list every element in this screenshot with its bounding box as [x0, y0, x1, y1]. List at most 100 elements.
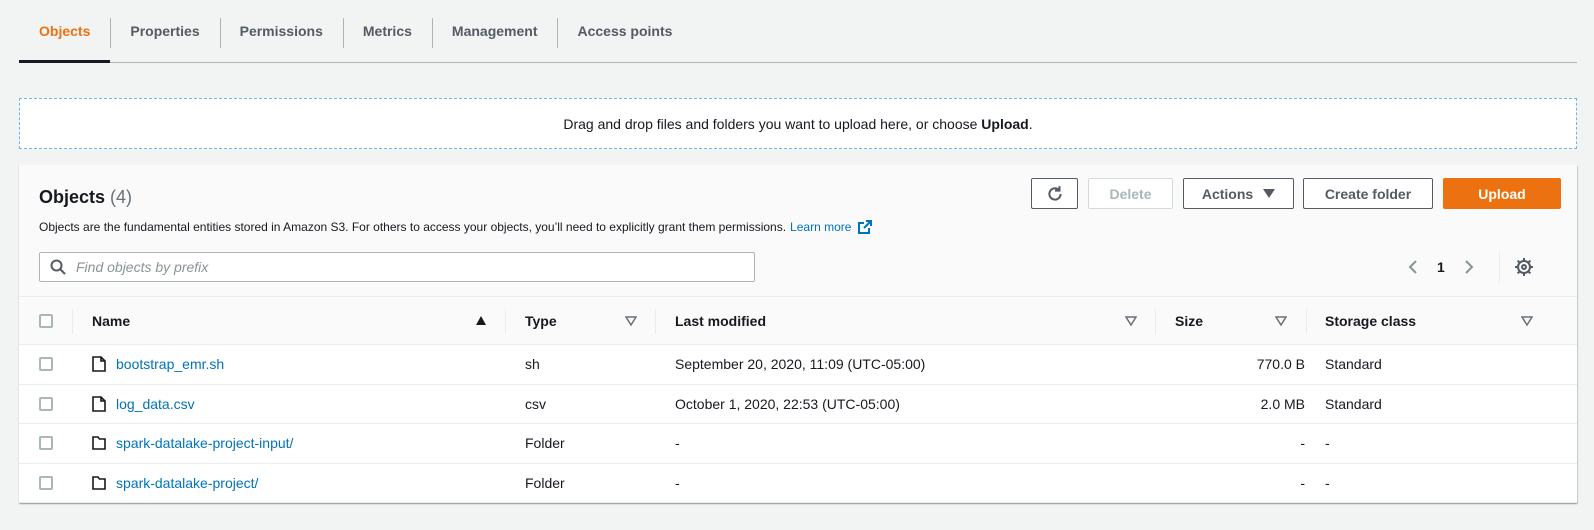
row-checkbox[interactable]	[39, 475, 53, 490]
last-modified-cell: -	[675, 435, 680, 452]
table-row[interactable]: bootstrap_emr.sh sh September 20, 2020, …	[19, 345, 1577, 385]
row-checkbox-cell	[39, 424, 53, 463]
folder-icon	[92, 475, 106, 490]
column-divider	[72, 309, 73, 334]
row-checkbox[interactable]	[39, 357, 53, 372]
size-cell: -	[1300, 435, 1305, 452]
column-header-size[interactable]: Size	[1175, 297, 1203, 344]
object-link[interactable]: spark-datalake-project/	[116, 475, 258, 491]
object-link[interactable]: spark-datalake-project-input/	[116, 435, 293, 451]
caret-down-icon	[1263, 188, 1276, 198]
column-header-last-modified[interactable]: Last modified	[675, 297, 766, 344]
name-cell: spark-datalake-project/	[92, 464, 258, 503]
chevron-left-icon[interactable]	[1407, 259, 1419, 275]
objects-heading: Objects (4)	[39, 187, 132, 208]
row-checkbox-cell	[39, 345, 53, 384]
delete-button[interactable]: Delete	[1088, 178, 1173, 209]
column-divider	[655, 309, 656, 334]
tab-metrics[interactable]: Metrics	[342, 0, 432, 62]
refresh-button[interactable]	[1031, 178, 1078, 209]
objects-title: Objects	[39, 187, 106, 207]
dropzone-period: .	[1028, 115, 1033, 132]
size-cell: 770.0 B	[1256, 356, 1305, 373]
sort-icon[interactable]	[1521, 315, 1533, 327]
table-row[interactable]: log_data.csv csv October 1, 2020, 22:53 …	[19, 384, 1577, 424]
type-cell: Folder	[525, 474, 565, 491]
page-number[interactable]: 1	[1437, 259, 1445, 275]
row-checkbox-cell	[39, 385, 53, 424]
row-checkbox-cell	[39, 464, 53, 503]
objects-description: Objects are the fundamental entities sto…	[39, 219, 873, 235]
table-header: Name Type Last modified Size Storage cla…	[19, 296, 1577, 345]
size-cell: 2.0 MB	[1260, 395, 1305, 412]
column-divider	[1155, 309, 1156, 334]
object-link[interactable]: log_data.csv	[116, 396, 195, 412]
type-cell: csv	[525, 395, 546, 412]
sort-icon[interactable]	[1125, 315, 1137, 327]
name-cell: bootstrap_emr.sh	[92, 345, 224, 384]
table-row[interactable]: spark-datalake-project/ Folder - - -	[19, 463, 1577, 503]
table-row[interactable]: spark-datalake-project-input/ Folder - -…	[19, 424, 1577, 464]
tab-objects[interactable]: Objects	[19, 0, 111, 63]
tab-permissions[interactable]: Permissions	[219, 0, 343, 62]
objects-table: Name Type Last modified Size Storage cla…	[19, 296, 1577, 503]
tab-label: Properties	[130, 23, 200, 39]
tab-bar: Objects Properties Permissions Metrics M…	[19, 0, 1577, 63]
name-cell: log_data.csv	[92, 385, 195, 424]
select-all-cell	[39, 297, 53, 344]
learn-more-link[interactable]: Learn more	[790, 220, 851, 234]
sort-icon[interactable]	[1275, 315, 1287, 327]
storage-class-cell: -	[1325, 474, 1330, 491]
pager-divider	[1499, 251, 1500, 283]
pagination: 1	[1407, 251, 1500, 283]
create-folder-button[interactable]: Create folder	[1303, 178, 1433, 209]
actions-label: Actions	[1201, 185, 1254, 202]
row-checkbox[interactable]	[39, 396, 53, 411]
dropzone-text: Drag and drop files and folders you want…	[563, 115, 982, 132]
storage-class-cell: Standard	[1325, 356, 1382, 373]
search-input[interactable]	[76, 259, 754, 275]
type-cell: Folder	[525, 435, 565, 452]
column-divider	[505, 309, 506, 334]
folder-icon	[92, 436, 106, 451]
objects-count: (4)	[110, 187, 133, 207]
upload-button[interactable]: Upload	[1443, 178, 1561, 209]
storage-class-cell: Standard	[1325, 395, 1382, 412]
tab-properties[interactable]: Properties	[110, 0, 219, 62]
file-icon	[92, 356, 106, 373]
storage-class-cell: -	[1325, 435, 1330, 452]
column-header-name[interactable]: Name	[92, 297, 130, 344]
type-cell: sh	[525, 356, 540, 373]
tab-label: Permissions	[239, 23, 323, 39]
name-cell: spark-datalake-project-input/	[92, 424, 293, 463]
gear-icon[interactable]	[1513, 256, 1535, 278]
upload-dropzone[interactable]: Drag and drop files and folders you want…	[19, 98, 1577, 149]
objects-panel: Objects (4) Objects are the fundamental …	[19, 165, 1577, 503]
tab-access-points[interactable]: Access points	[557, 0, 692, 62]
dropzone-upload-word: Upload	[981, 115, 1029, 132]
chevron-right-icon[interactable]	[1463, 259, 1475, 275]
last-modified-cell: October 1, 2020, 22:53 (UTC-05:00)	[675, 395, 900, 412]
tab-label: Management	[451, 23, 538, 39]
refresh-icon	[1047, 185, 1062, 201]
search-icon	[50, 259, 66, 275]
column-header-type[interactable]: Type	[525, 297, 557, 344]
actions-dropdown[interactable]: Actions	[1183, 178, 1294, 209]
description-text: Objects are the fundamental entities sto…	[39, 220, 787, 234]
last-modified-cell: -	[675, 474, 680, 491]
tab-management[interactable]: Management	[431, 0, 558, 62]
search-box	[39, 252, 755, 282]
column-divider	[1306, 309, 1307, 334]
tab-label: Objects	[39, 23, 91, 39]
last-modified-cell: September 20, 2020, 11:09 (UTC-05:00)	[675, 356, 926, 373]
tab-label: Access points	[577, 23, 673, 39]
external-link-icon[interactable]	[857, 219, 873, 235]
size-cell: -	[1300, 474, 1305, 491]
sort-ascending-icon[interactable]	[475, 315, 487, 327]
object-link[interactable]: bootstrap_emr.sh	[116, 356, 224, 372]
sort-icon[interactable]	[625, 315, 637, 327]
select-all-checkbox[interactable]	[39, 313, 53, 328]
tab-label: Metrics	[362, 23, 412, 39]
column-header-storage-class[interactable]: Storage class	[1325, 297, 1416, 344]
row-checkbox[interactable]	[39, 436, 53, 451]
